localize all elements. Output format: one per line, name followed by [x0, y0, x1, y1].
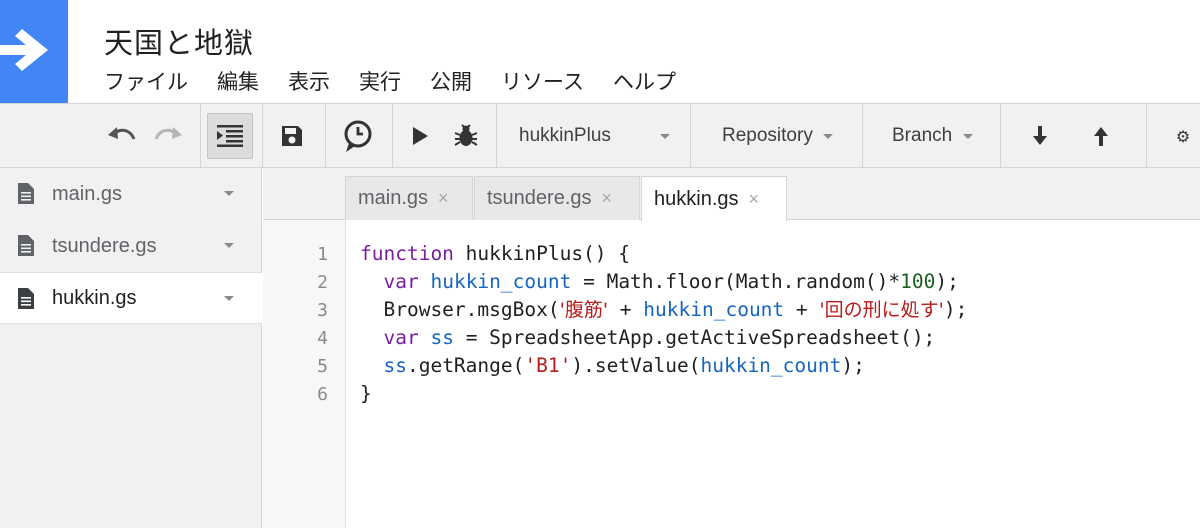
line-number: 5 — [317, 356, 328, 377]
tab-main[interactable]: main.gs × — [345, 176, 473, 220]
repository-label: Repository — [722, 125, 813, 146]
triggers-button[interactable] — [338, 116, 378, 156]
function-select[interactable]: hukkinPlus — [496, 104, 690, 168]
menu-help[interactable]: ヘルプ — [613, 66, 676, 96]
tab-label: main.gs — [358, 187, 429, 209]
app-header: 天国と地獄 ファイル 編集 表示 実行 公開 リソース ヘルプ — [0, 0, 1200, 103]
close-icon[interactable]: × — [602, 188, 613, 209]
repository-dropdown[interactable]: Repository — [690, 104, 862, 168]
menu-run[interactable]: 実行 — [359, 66, 401, 96]
tab-label: hukkin.gs — [654, 187, 739, 210]
save-button[interactable] — [274, 118, 310, 154]
trigger-clock-icon — [344, 120, 372, 152]
menu-resources[interactable]: リソース — [501, 66, 584, 96]
chevron-down-icon — [823, 134, 833, 139]
menu-view[interactable]: 表示 — [288, 66, 330, 96]
close-icon[interactable]: × — [749, 189, 760, 210]
file-item-label: main.gs — [52, 182, 123, 205]
download-icon — [1033, 126, 1047, 145]
file-sidebar: main.gs tsundere.gs hukkin.gs — [0, 168, 262, 528]
chevron-down-icon — [963, 134, 973, 139]
tab-label: tsundere.gs — [487, 187, 592, 209]
indent-icon — [217, 125, 243, 147]
branch-label: Branch — [892, 125, 953, 146]
code-line-5: ss.getRange('B1').setValue(hukkin_count)… — [383, 354, 865, 377]
file-item-tsundere[interactable]: tsundere.gs — [0, 220, 262, 272]
redo-icon — [154, 127, 182, 140]
menu-edit[interactable]: 編集 — [217, 66, 259, 96]
line-number: 3 — [317, 300, 328, 321]
code-line-4: var ss = SpreadsheetApp.getActiveSpreads… — [383, 326, 936, 349]
upload-icon — [1094, 127, 1108, 146]
function-select-label: hukkinPlus — [519, 125, 611, 146]
undo-button[interactable] — [104, 120, 138, 152]
file-item-label: tsundere.gs — [52, 234, 157, 257]
project-title[interactable]: 天国と地獄 — [104, 20, 254, 62]
indent-button[interactable] — [207, 113, 253, 159]
menu-bar: ファイル 編集 表示 実行 公開 リソース ヘルプ — [104, 66, 705, 96]
chevron-down-icon[interactable] — [224, 296, 234, 301]
menu-file[interactable]: ファイル — [104, 66, 188, 96]
file-icon — [18, 288, 34, 309]
line-number: 2 — [317, 272, 328, 293]
file-item-main[interactable]: main.gs — [0, 168, 262, 220]
tab-tsundere[interactable]: tsundere.gs × — [474, 176, 640, 220]
file-item-label: hukkin.gs — [52, 286, 137, 309]
chevron-down-icon — [660, 134, 670, 139]
tab-hukkin[interactable]: hukkin.gs × — [641, 176, 787, 221]
code-line-6: } — [360, 382, 372, 405]
arrow-right-icon — [0, 29, 48, 71]
line-number: 1 — [317, 244, 328, 265]
settings-button[interactable]: ⚙ — [1168, 122, 1198, 152]
undo-icon — [108, 127, 136, 140]
close-icon[interactable]: × — [438, 188, 449, 209]
code-line-1: function hukkinPlus() { — [360, 242, 631, 265]
chevron-down-icon[interactable] — [224, 243, 234, 248]
file-item-hukkin[interactable]: hukkin.gs — [0, 272, 262, 324]
file-icon — [18, 183, 34, 204]
run-button[interactable] — [404, 120, 436, 152]
run-icon — [413, 127, 428, 145]
file-icon — [18, 235, 34, 256]
save-icon — [282, 126, 302, 146]
toolbar: hukkinPlus Repository Branch ⚙ — [0, 103, 1200, 168]
redo-button[interactable] — [152, 120, 186, 152]
branch-dropdown[interactable]: Branch — [862, 104, 1000, 168]
debug-icon — [454, 124, 478, 146]
chevron-down-icon[interactable] — [224, 191, 234, 196]
line-number: 4 — [317, 328, 328, 349]
menu-publish[interactable]: 公開 — [430, 66, 472, 96]
push-button[interactable] — [1085, 120, 1117, 152]
pull-button[interactable] — [1024, 120, 1056, 152]
editor-tabs: main.gs × tsundere.gs × hukkin.gs × — [263, 168, 1200, 221]
code-line-3: Browser.msgBox('腹筋' + hukkin_count + '回の… — [383, 298, 968, 321]
script-logo[interactable] — [0, 0, 68, 103]
gear-icon: ⚙ — [1175, 129, 1191, 146]
line-number-gutter: 1 2 3 4 5 6 — [263, 220, 346, 528]
line-number: 6 — [317, 384, 328, 405]
debug-button[interactable] — [448, 118, 484, 154]
code-line-2: var hukkin_count = Math.floor(Math.rando… — [383, 270, 959, 293]
